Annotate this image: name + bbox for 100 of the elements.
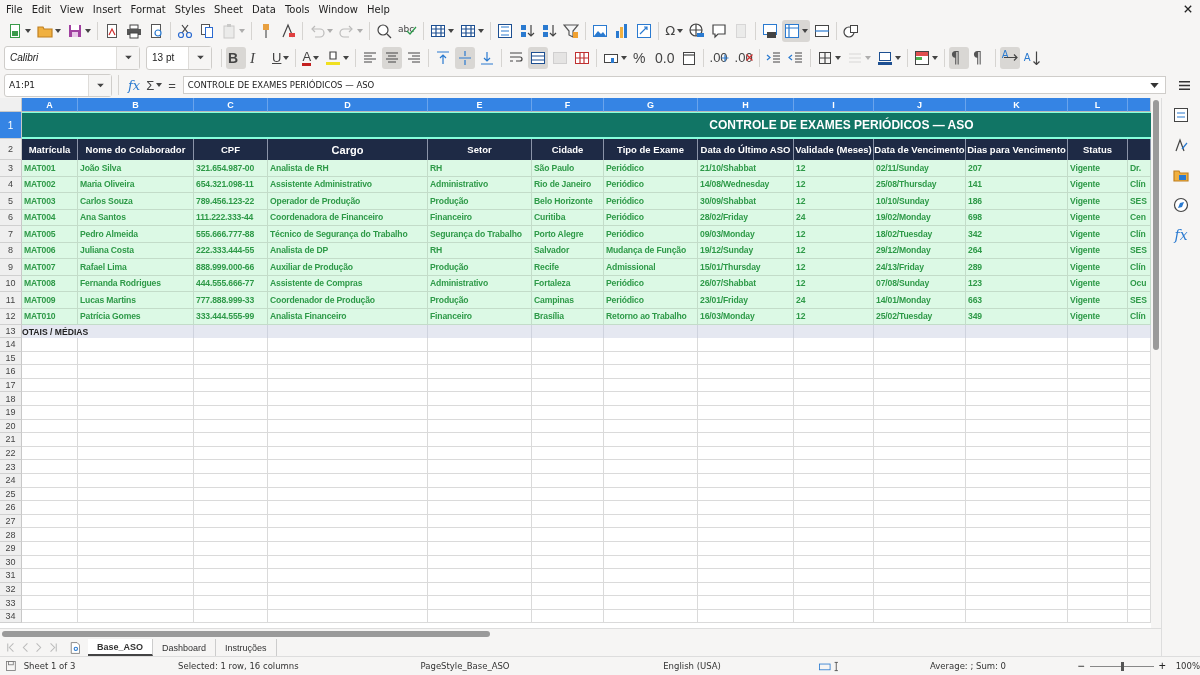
row-header[interactable]: 9 [0, 259, 22, 276]
delete-decimal-button[interactable]: .00 [732, 46, 755, 69]
language: English (USA) [663, 661, 722, 671]
column-header[interactable]: A [22, 98, 78, 112]
row-header[interactable]: 23 [0, 460, 22, 474]
bold-button[interactable]: B [226, 46, 246, 69]
scrollbar-thumb[interactable] [2, 631, 490, 637]
row-header[interactable]: 21 [0, 433, 22, 447]
row-header[interactable]: 2 [0, 139, 22, 160]
merge-and-center-button[interactable] [528, 46, 549, 69]
column-header[interactable]: F [532, 98, 604, 112]
left-to-right-button[interactable]: ¶ [948, 46, 969, 69]
scrollbar-thumb[interactable] [1153, 100, 1159, 350]
menu-item[interactable]: Sheet [212, 3, 249, 15]
table-cell: MAT001 [22, 160, 78, 177]
column-heading: Cidade [532, 139, 604, 160]
sum-button[interactable]: Σ [143, 77, 166, 93]
row-header[interactable]: 7 [0, 226, 22, 243]
column-header[interactable]: E [428, 98, 532, 112]
selection-mode-icon[interactable] [818, 660, 840, 672]
formula-input-field[interactable]: CONTROLE DE EXAMES PERIÓDICOS — ASO [182, 76, 1166, 94]
row-header[interactable]: 33 [0, 596, 22, 610]
table-icon [913, 49, 930, 66]
special-character-button[interactable]: Ω [663, 19, 686, 42]
table-cell: 24/13/Friday [874, 259, 966, 276]
caret-icon [195, 55, 205, 60]
formula-button[interactable]: = [165, 77, 179, 93]
image-icon [592, 22, 609, 39]
right-to-left-button[interactable]: ¶ [970, 46, 991, 69]
zoom-slider-thumb[interactable] [1120, 661, 1124, 671]
menu-item[interactable]: Insert [90, 3, 127, 15]
table-cell: 21/10/Shabbat [698, 160, 794, 177]
add-sheet-icon[interactable] [70, 641, 80, 654]
empty-cell [532, 378, 604, 393]
menu-item[interactable]: Tools [282, 3, 315, 15]
add-decimal-button[interactable]: .00 [707, 46, 731, 69]
column-header[interactable]: D [268, 98, 428, 112]
menu-item[interactable]: Window [316, 3, 363, 15]
row-header[interactable]: 28 [0, 528, 22, 542]
row-header[interactable]: 3 [0, 160, 22, 177]
zoom-out-button[interactable]: − [1075, 659, 1087, 673]
menu-icon[interactable] [1177, 79, 1191, 91]
row-header[interactable]: 16 [0, 365, 22, 379]
empty-cell [532, 446, 604, 461]
menu-item[interactable]: Data [250, 3, 281, 15]
row-header[interactable]: 26 [0, 501, 22, 515]
column-heading: Data de Vencimento [874, 139, 966, 160]
italic-button[interactable]: I [248, 46, 268, 69]
column-header[interactable]: H [698, 98, 794, 112]
freeze-panes-button[interactable] [782, 19, 811, 42]
row-header[interactable]: 13 [0, 325, 22, 338]
column-header[interactable] [1128, 98, 1151, 112]
number-format-button[interactable]: 0.0 [653, 46, 677, 69]
column-header[interactable]: B [78, 98, 194, 112]
font-size-field[interactable]: 13 pt [146, 45, 212, 70]
column-header[interactable]: I [794, 98, 874, 112]
text-direction-vertical-button[interactable]: A [1021, 46, 1042, 69]
functions-button[interactable]: fx [1170, 224, 1192, 246]
table-cell: Vigente [1068, 292, 1128, 309]
sheet-tab[interactable]: Instruções [216, 639, 277, 656]
sheet-tab[interactable]: Base_ASO [88, 639, 154, 656]
row-header[interactable]: 11 [0, 292, 22, 309]
underline-button[interactable]: U [270, 46, 292, 69]
menu-item[interactable]: Edit [29, 3, 57, 15]
font-color-button[interactable]: A [300, 46, 322, 69]
magnifier-icon [376, 22, 392, 39]
function-wizard-button[interactable]: fx [125, 77, 144, 93]
column-heading: Matrícula [22, 139, 78, 160]
font-name-field[interactable]: Calibri [4, 45, 140, 70]
menu-item[interactable]: Help [365, 3, 395, 15]
table-cell: 02/11/Sunday [874, 160, 966, 177]
expand-caret-icon[interactable] [1149, 82, 1159, 88]
column-header[interactable]: G [604, 98, 698, 112]
row-header[interactable]: 1 [0, 112, 22, 139]
close-icon[interactable] [1184, 5, 1192, 13]
empty-cell [532, 514, 604, 529]
percent-format-button[interactable]: % [631, 46, 652, 69]
menu-item[interactable]: View [58, 3, 89, 15]
zoom-in-button[interactable]: + [1156, 659, 1168, 673]
table-cell: 12 [794, 193, 874, 210]
empty-cell [532, 596, 604, 610]
menu-item[interactable]: File [4, 3, 28, 15]
column-header[interactable]: K [966, 98, 1068, 112]
sheet-tab[interactable]: Dashboard [153, 639, 217, 656]
table-cell: Recife [532, 259, 604, 276]
menu-item[interactable]: Styles [172, 3, 211, 15]
row-header[interactable]: 14 [0, 338, 22, 352]
spelling-button[interactable]: abc [396, 19, 420, 42]
column-header[interactable]: L [1068, 98, 1128, 112]
empty-cell [1068, 433, 1128, 447]
name-box[interactable]: A1:P1 [4, 73, 112, 97]
row-header[interactable]: 31 [0, 569, 22, 583]
outdent-icon [787, 49, 804, 66]
column-header[interactable]: J [874, 98, 966, 112]
table-cell: Segurança do Trabalho [428, 226, 532, 243]
menu-item[interactable]: Format [128, 3, 171, 15]
row-header[interactable]: 5 [0, 193, 22, 210]
row-header[interactable]: 18 [0, 392, 22, 406]
column-header[interactable]: C [194, 98, 268, 112]
empty-cell [1068, 473, 1128, 488]
